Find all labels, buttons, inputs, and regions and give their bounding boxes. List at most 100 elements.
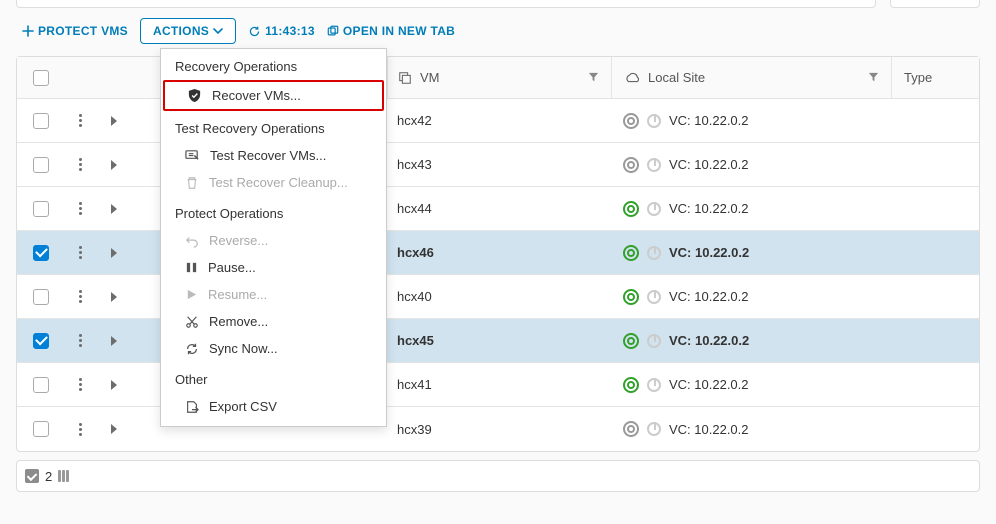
row-vm-cell: hcx43 (387, 143, 611, 186)
row-actions-cell[interactable] (65, 202, 95, 215)
chevron-right-icon[interactable] (111, 380, 117, 390)
chevron-down-icon (213, 26, 223, 36)
site-text: VC: 10.22.0.2 (669, 201, 749, 216)
row-vm-cell: hcx41 (387, 363, 611, 406)
menu-sync-now[interactable]: Sync Now... (161, 335, 386, 362)
row-site-cell: VC: 10.22.0.2 (611, 187, 891, 230)
vm-stack-icon (398, 71, 412, 85)
menu-recover-vms[interactable]: Recover VMs... (163, 80, 384, 111)
chevron-right-icon[interactable] (111, 424, 117, 434)
row-actions-cell[interactable] (65, 334, 95, 347)
row-site-cell: VC: 10.22.0.2 (611, 143, 891, 186)
refresh-icon (248, 25, 261, 38)
power-icon (647, 422, 661, 436)
row-expand-cell[interactable] (95, 336, 133, 346)
cloud-icon (624, 71, 640, 85)
status-ring-icon (623, 245, 639, 261)
row-type-cell (891, 275, 979, 318)
kebab-icon[interactable] (79, 246, 82, 259)
row-actions-cell[interactable] (65, 246, 95, 259)
pause-icon (185, 261, 198, 274)
row-type-cell (891, 143, 979, 186)
menu-test-recover-vms-label: Test Recover VMs... (210, 148, 326, 163)
vm-name: hcx40 (397, 289, 432, 304)
row-type-cell (891, 187, 979, 230)
protect-vms-label: PROTECT VMS (38, 24, 128, 38)
row-checkbox[interactable] (33, 333, 49, 349)
row-checkbox[interactable] (33, 289, 49, 305)
row-site-cell: VC: 10.22.0.2 (611, 275, 891, 318)
status-ring-icon (623, 201, 639, 217)
select-all-checkbox[interactable] (33, 70, 49, 86)
chevron-right-icon[interactable] (111, 204, 117, 214)
open-new-tab-label: OPEN IN NEW TAB (343, 24, 455, 38)
chevron-right-icon[interactable] (111, 248, 117, 258)
chevron-right-icon[interactable] (111, 160, 117, 170)
row-actions-cell[interactable] (65, 114, 95, 127)
row-checkbox[interactable] (33, 201, 49, 217)
row-checkbox[interactable] (33, 113, 49, 129)
kebab-icon[interactable] (79, 423, 82, 436)
menu-remove[interactable]: Remove... (161, 308, 386, 335)
column-header-vm[interactable]: VM (387, 57, 611, 98)
row-checkbox[interactable] (33, 157, 49, 173)
row-actions-cell[interactable] (65, 290, 95, 303)
selection-indicator-icon[interactable] (25, 469, 39, 483)
row-checkbox-cell[interactable] (17, 201, 65, 217)
filter-icon[interactable] (868, 70, 879, 85)
kebab-icon[interactable] (79, 158, 82, 171)
status-ring-icon (623, 421, 639, 437)
row-actions-cell[interactable] (65, 158, 95, 171)
row-checkbox-cell[interactable] (17, 377, 65, 393)
kebab-icon[interactable] (79, 202, 82, 215)
actions-dropdown-menu: Recovery Operations Recover VMs... Test … (160, 48, 387, 427)
kebab-icon[interactable] (79, 114, 82, 127)
row-expand-cell[interactable] (95, 160, 133, 170)
undo-icon (185, 234, 199, 248)
row-checkbox[interactable] (33, 421, 49, 437)
filter-icon[interactable] (588, 70, 599, 85)
column-header-vm-label: VM (420, 70, 440, 85)
row-expand-cell[interactable] (95, 424, 133, 434)
power-icon (647, 202, 661, 216)
row-type-cell (891, 99, 979, 142)
row-expand-cell[interactable] (95, 292, 133, 302)
column-header-type[interactable]: Type (891, 57, 979, 98)
row-checkbox-cell[interactable] (17, 245, 65, 261)
column-picker-icon[interactable] (58, 470, 72, 482)
play-icon (185, 288, 198, 301)
refresh-button[interactable]: 11:43:13 (248, 24, 315, 38)
row-checkbox-cell[interactable] (17, 289, 65, 305)
actions-dropdown-button[interactable]: ACTIONS (140, 18, 236, 44)
row-actions-cell[interactable] (65, 378, 95, 391)
kebab-icon[interactable] (79, 290, 82, 303)
kebab-icon[interactable] (79, 378, 82, 391)
refresh-timestamp: 11:43:13 (265, 24, 315, 38)
row-checkbox-cell[interactable] (17, 157, 65, 173)
row-checkbox[interactable] (33, 377, 49, 393)
chevron-right-icon[interactable] (111, 292, 117, 302)
row-checkbox-cell[interactable] (17, 113, 65, 129)
row-site-cell: VC: 10.22.0.2 (611, 231, 891, 274)
open-new-tab-button[interactable]: OPEN IN NEW TAB (327, 24, 455, 38)
menu-pause[interactable]: Pause... (161, 254, 386, 281)
dropdown-section-protect: Protect Operations (161, 196, 386, 227)
menu-export-csv[interactable]: Export CSV (161, 393, 386, 420)
row-expand-cell[interactable] (95, 116, 133, 126)
row-checkbox[interactable] (33, 245, 49, 261)
row-vm-cell: hcx45 (387, 319, 611, 362)
vm-table: Recovery Operations Recover VMs... Test … (16, 56, 980, 452)
row-expand-cell[interactable] (95, 248, 133, 258)
row-expand-cell[interactable] (95, 204, 133, 214)
kebab-icon[interactable] (79, 334, 82, 347)
chevron-right-icon[interactable] (111, 116, 117, 126)
row-actions-cell[interactable] (65, 423, 95, 436)
select-all-cell[interactable] (17, 70, 65, 86)
row-checkbox-cell[interactable] (17, 421, 65, 437)
menu-test-recover-vms[interactable]: Test Recover VMs... (161, 142, 386, 169)
chevron-right-icon[interactable] (111, 336, 117, 346)
row-checkbox-cell[interactable] (17, 333, 65, 349)
column-header-local-site[interactable]: Local Site (611, 57, 891, 98)
protect-vms-button[interactable]: PROTECT VMS (22, 24, 128, 38)
row-expand-cell[interactable] (95, 380, 133, 390)
